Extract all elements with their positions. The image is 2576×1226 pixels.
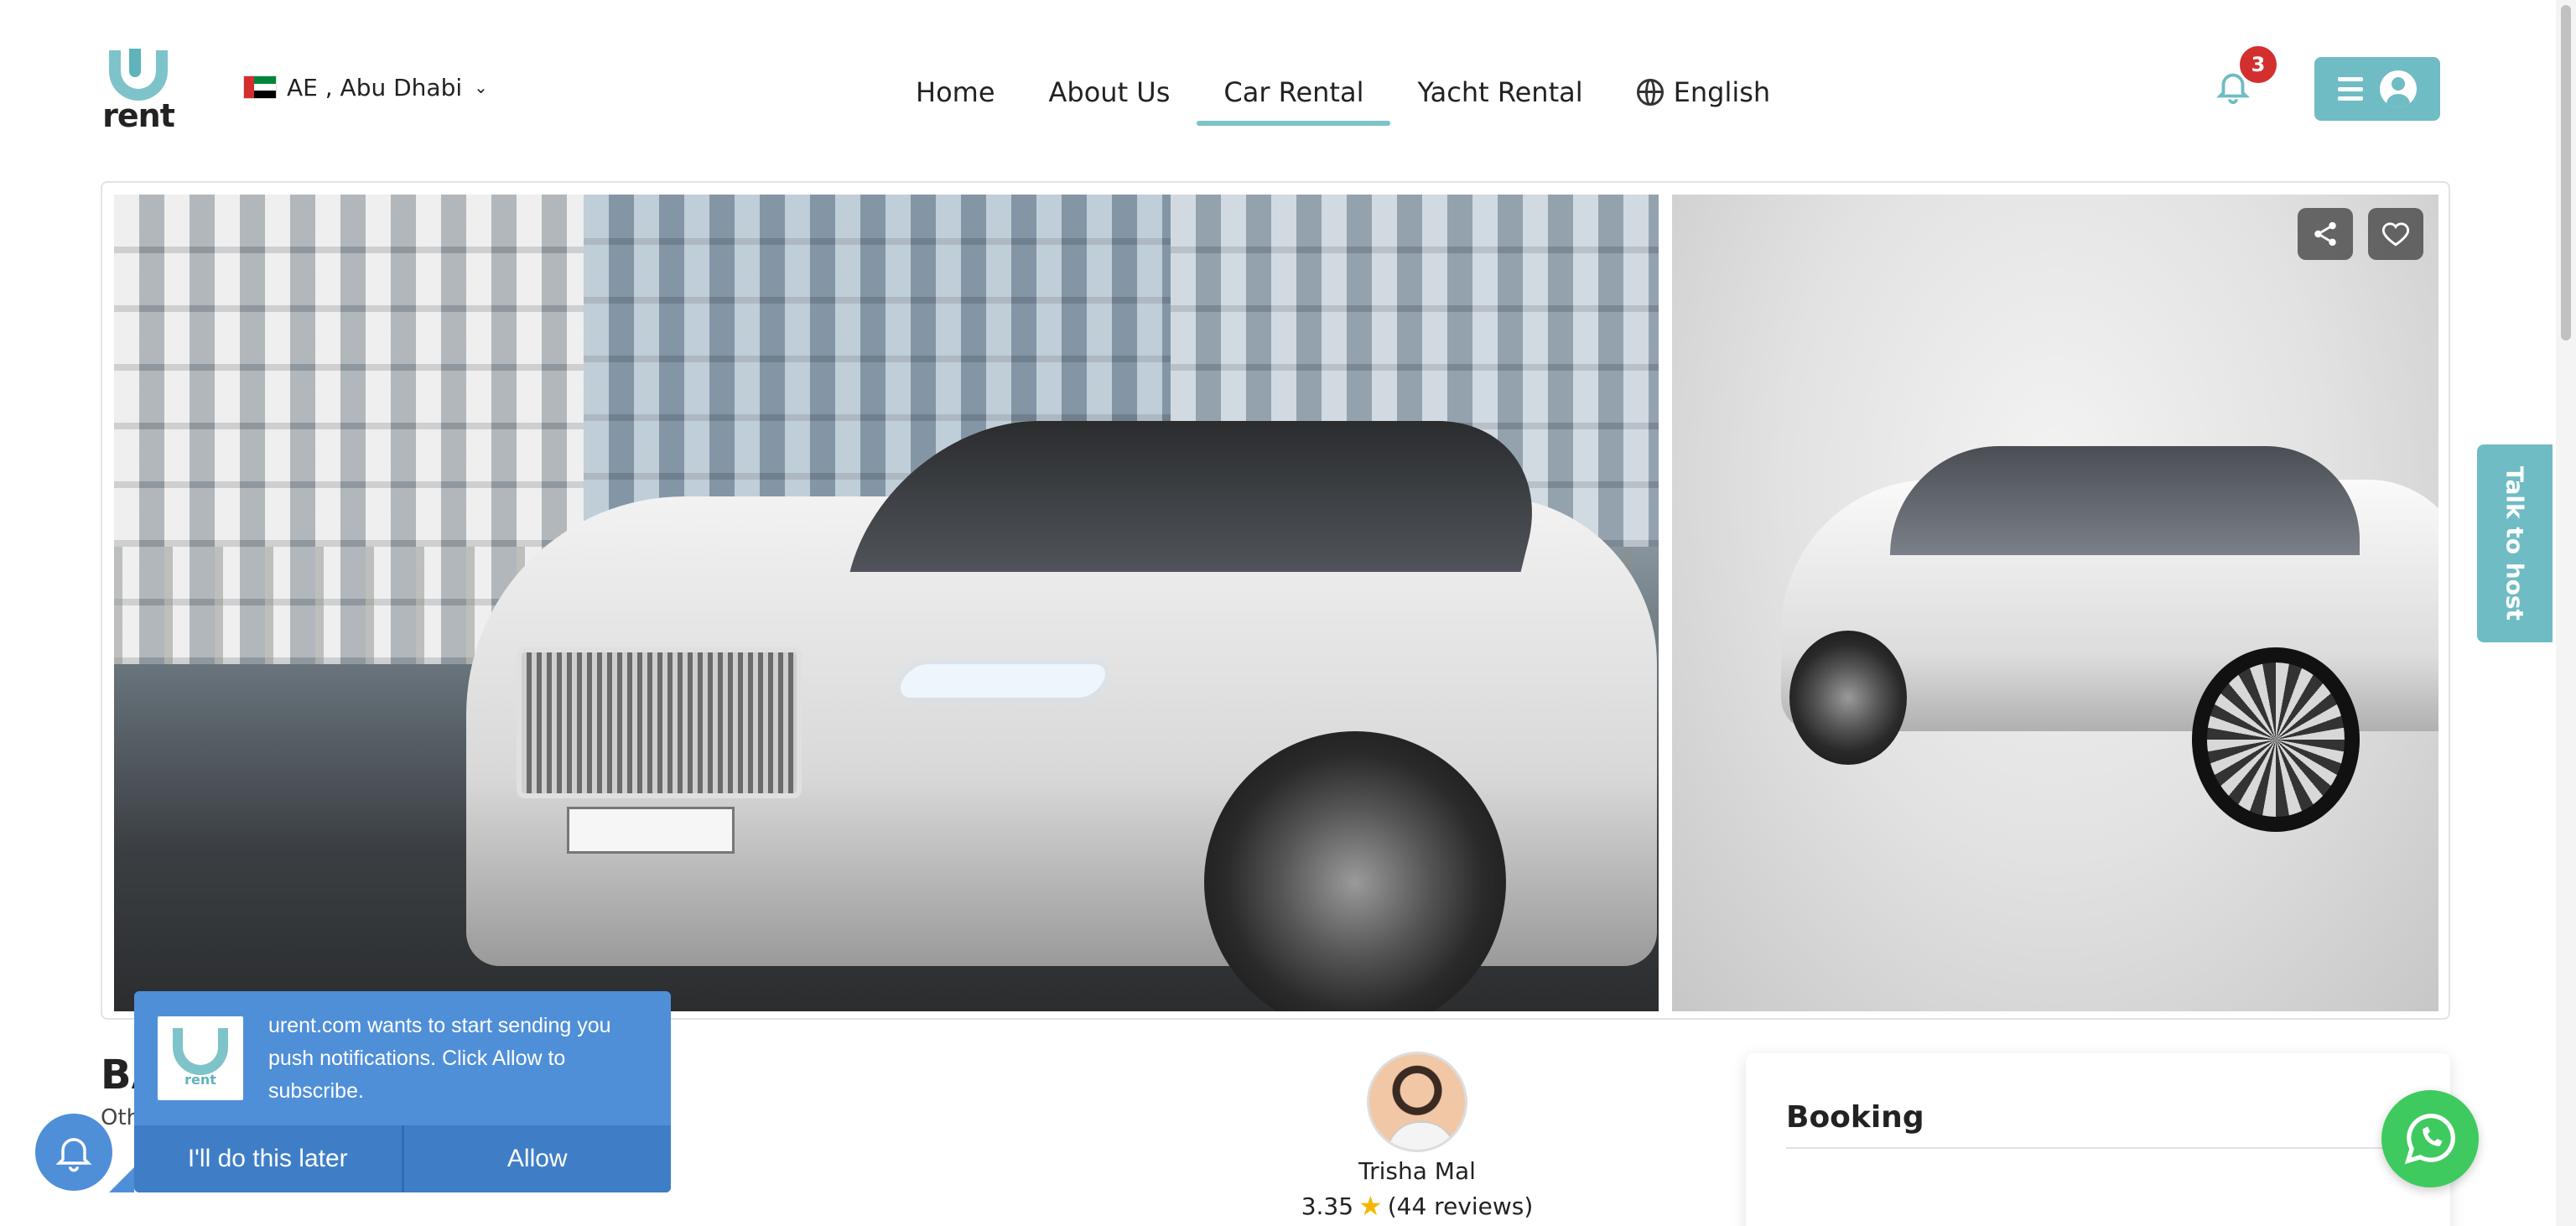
- nav-home[interactable]: Home: [889, 59, 1022, 126]
- globe-icon: [1636, 79, 1664, 106]
- site-header: rent AE , Abu Dhabi ⌄ Home About Us Car …: [0, 0, 2576, 176]
- booking-title: Booking: [1786, 1100, 1924, 1135]
- nav-yacht-rental[interactable]: Yacht Rental: [1390, 59, 1609, 126]
- user-icon: [2380, 70, 2417, 107]
- push-bell-button[interactable]: [35, 1114, 112, 1191]
- later-button[interactable]: I'll do this later: [134, 1125, 404, 1192]
- host-name: Trisha Mal: [1358, 1157, 1476, 1185]
- language-selector[interactable]: English: [1610, 59, 1798, 126]
- host-card[interactable]: Trisha Mal 3.35 ★ (44 reviews): [1291, 1052, 1543, 1222]
- booking-panel: Booking: [1746, 1053, 2450, 1226]
- booking-divider: [1786, 1147, 2407, 1149]
- share-icon: [2314, 221, 2336, 247]
- car-grille: [517, 647, 802, 798]
- logo-wordmark: rent: [102, 97, 175, 134]
- whatsapp-icon: [2404, 1114, 2455, 1165]
- photo-gallery: [101, 181, 2450, 1020]
- allow-button[interactable]: Allow: [404, 1125, 672, 1192]
- heart-icon: [2381, 222, 2410, 247]
- review-count[interactable]: (44 reviews): [1388, 1192, 1534, 1220]
- car-photo-side[interactable]: [1672, 195, 2438, 1011]
- scrollbar-thumb[interactable]: [2561, 5, 2571, 340]
- nav-about-us[interactable]: About Us: [1022, 59, 1197, 126]
- bell-icon: [55, 1138, 92, 1172]
- account-menu-button[interactable]: [2314, 57, 2440, 121]
- share-button[interactable]: [2298, 208, 2353, 260]
- host-rating: 3.35 ★ (44 reviews): [1291, 1190, 1543, 1222]
- page-scrollbar[interactable]: [2556, 0, 2576, 1226]
- favorite-button[interactable]: [2368, 208, 2423, 260]
- whatsapp-chat-button[interactable]: [2381, 1090, 2479, 1187]
- uae-flag-icon: [243, 75, 277, 99]
- push-actions: I'll do this later Allow: [134, 1125, 671, 1192]
- urent-logo[interactable]: rent: [101, 49, 176, 134]
- push-message: urent.com wants to start sending you pus…: [268, 1014, 611, 1103]
- location-selector[interactable]: AE , Abu Dhabi ⌄: [243, 70, 488, 104]
- menu-icon: [2338, 77, 2363, 101]
- logo-mark: [109, 49, 168, 101]
- notification-count-badge: 3: [2237, 44, 2279, 86]
- urent-logo-small: rent: [158, 1016, 243, 1100]
- language-label: English: [1673, 76, 1771, 108]
- talk-to-host-label: Talk to host: [2501, 466, 2529, 621]
- chevron-down-icon: ⌄: [474, 77, 488, 97]
- main-nav: Home About Us Car Rental Yacht Rental En…: [889, 59, 1797, 126]
- push-notification-prompt: rent urent.com wants to start sending yo…: [109, 991, 671, 1192]
- rating-value: 3.35: [1301, 1192, 1354, 1220]
- nav-car-rental[interactable]: Car Rental: [1197, 59, 1391, 126]
- location-label: AE , Abu Dhabi: [287, 73, 463, 101]
- car-photo-main[interactable]: [114, 195, 1659, 1011]
- star-icon: ★: [1358, 1190, 1383, 1222]
- talk-to-host-tab[interactable]: Talk to host: [2477, 444, 2553, 642]
- host-avatar[interactable]: [1367, 1052, 1467, 1152]
